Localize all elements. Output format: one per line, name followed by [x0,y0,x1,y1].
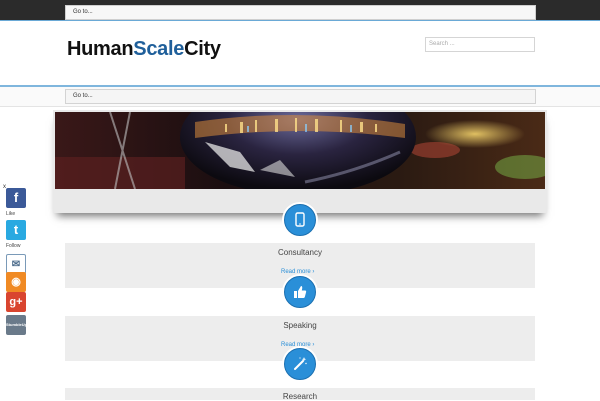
main-nav-select[interactable]: Go to... [65,89,536,104]
facebook-icon[interactable]: f [6,188,26,208]
follow-text: Follow [6,243,21,249]
rss-icon[interactable]: ◉ [6,272,26,292]
logo-part-human: Human [67,38,134,60]
read-more-link[interactable]: Read more › [281,269,314,275]
twitter-icon[interactable]: t [6,220,26,240]
top-bar: Go to... [0,0,600,21]
logo-part-scale: Scale [133,38,185,60]
site-header: HumanScaleCity Search ... [0,21,600,85]
top-nav-select[interactable]: Go to... [65,5,536,20]
slider-frame [53,110,547,213]
email-icon[interactable]: ✉ [6,254,26,274]
like-text: Like [6,211,16,217]
city-night-photo [55,112,545,189]
banner-image [55,112,545,189]
stumbleupon-text: StumbleUpon [6,322,32,327]
main-nav-bar: Go to... [0,87,600,107]
logo-part-city: City [184,38,221,60]
stumbleupon-icon[interactable]: StumbleUpon [6,315,32,335]
like-label[interactable]: Like [6,211,15,217]
feature-research: Research [65,388,535,401]
tablet-icon [295,212,305,227]
feature-title: Speaking [283,321,317,330]
consultancy-circle[interactable] [284,204,316,236]
research-circle[interactable] [284,348,316,380]
magic-wand-icon [294,357,307,370]
feature-title: Consultancy [277,248,323,257]
follow-label[interactable]: Follow [6,243,20,249]
search-input[interactable]: Search ... [425,37,535,52]
thumbs-up-icon [294,286,307,298]
google-plus-icon[interactable]: g+ [6,292,26,312]
speaking-circle[interactable] [284,276,316,308]
site-logo[interactable]: HumanScaleCity [67,38,221,61]
